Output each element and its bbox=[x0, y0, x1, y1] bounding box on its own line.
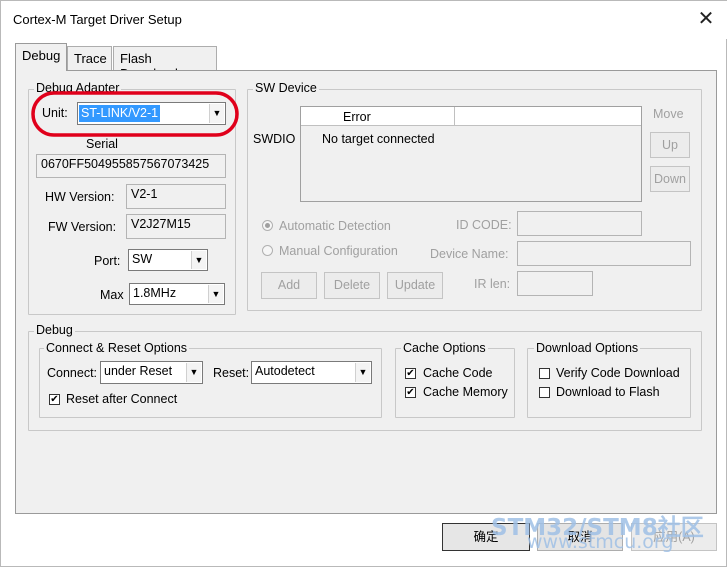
reset-label: Reset: bbox=[213, 366, 250, 380]
connect-label: Connect: bbox=[47, 366, 98, 380]
tab-trace[interactable]: Trace bbox=[67, 46, 112, 70]
max-clock-select[interactable]: 1.8MHz ▼ bbox=[129, 283, 225, 305]
reset-select[interactable]: Autodetect ▼ bbox=[251, 361, 372, 384]
window-title: Cortex-M Target Driver Setup bbox=[13, 12, 182, 27]
verify-code-download-label: Verify Code Download bbox=[556, 366, 680, 380]
reset-after-connect-checkbox[interactable]: ✔ bbox=[49, 394, 60, 405]
tab-flash-download[interactable]: Flash Download bbox=[113, 46, 217, 81]
cache-code-label: Cache Code bbox=[423, 366, 493, 380]
device-name-label: Device Name: bbox=[430, 247, 509, 261]
connect-reset-label: Connect & Reset Options bbox=[44, 341, 190, 355]
watermark-url: www.stmcu.org bbox=[527, 531, 674, 553]
serial-label: Serial bbox=[86, 137, 118, 151]
highlight-oval bbox=[31, 91, 239, 137]
id-code-field[interactable] bbox=[517, 211, 642, 236]
move-up-button[interactable]: Up bbox=[650, 132, 690, 158]
cache-options-group bbox=[395, 348, 515, 418]
manual-configuration-radio[interactable] bbox=[262, 245, 273, 256]
add-button[interactable]: Add bbox=[261, 272, 317, 299]
delete-button[interactable]: Delete bbox=[324, 272, 380, 299]
title-bar: Cortex-M Target Driver Setup ✕ bbox=[1, 1, 727, 39]
download-options-label: Download Options bbox=[534, 341, 641, 355]
tab-debug[interactable]: Debug bbox=[15, 43, 67, 71]
max-clock-label: Max bbox=[100, 288, 124, 302]
fw-version-field: V2J27M15 bbox=[126, 214, 226, 239]
debug-group-label: Debug bbox=[34, 323, 75, 337]
verify-code-download-checkbox[interactable] bbox=[539, 368, 550, 379]
reset-after-connect-label: Reset after Connect bbox=[66, 392, 178, 406]
port-selected-value: SW bbox=[132, 252, 153, 266]
connect-selected-value: under Reset bbox=[104, 364, 173, 378]
device-list[interactable]: Error No target connected bbox=[300, 106, 642, 202]
chevron-down-icon: ▼ bbox=[355, 363, 370, 382]
move-down-button[interactable]: Down bbox=[650, 166, 690, 192]
id-code-label: ID CODE: bbox=[456, 218, 512, 232]
dialog-window: Cortex-M Target Driver Setup ✕ Debug Tra… bbox=[0, 0, 727, 567]
fw-version-label: FW Version: bbox=[48, 220, 117, 234]
column-header-error[interactable]: Error bbox=[301, 107, 454, 126]
ir-len-label: IR len: bbox=[474, 277, 511, 291]
port-select[interactable]: SW ▼ bbox=[128, 249, 208, 271]
chevron-down-icon: ▼ bbox=[191, 251, 206, 269]
chevron-down-icon: ▼ bbox=[186, 363, 201, 382]
chevron-down-icon: ▼ bbox=[208, 285, 223, 303]
cache-options-label: Cache Options bbox=[401, 341, 488, 355]
update-button[interactable]: Update bbox=[387, 272, 443, 299]
download-to-flash-checkbox[interactable] bbox=[539, 387, 550, 398]
serial-field: 0670FF504955857567073425 bbox=[36, 154, 226, 178]
manual-configuration-label: Manual Configuration bbox=[279, 244, 398, 258]
reset-selected-value: Autodetect bbox=[255, 364, 315, 378]
column-header-filler bbox=[454, 107, 641, 126]
hw-version-label: HW Version: bbox=[45, 190, 115, 204]
move-label: Move bbox=[653, 107, 684, 121]
cache-code-checkbox[interactable]: ✔ bbox=[405, 368, 416, 379]
automatic-detection-radio[interactable] bbox=[262, 220, 273, 231]
max-clock-selected-value: 1.8MHz bbox=[133, 286, 177, 300]
connect-select[interactable]: under Reset ▼ bbox=[100, 361, 203, 384]
hw-version-field: V2-1 bbox=[126, 184, 226, 209]
download-options-group bbox=[527, 348, 691, 418]
automatic-detection-label: Automatic Detection bbox=[279, 219, 391, 233]
port-label: Port: bbox=[94, 254, 121, 268]
cache-memory-label: Cache Memory bbox=[423, 385, 508, 399]
download-to-flash-label: Download to Flash bbox=[556, 385, 660, 399]
ir-len-field[interactable] bbox=[517, 271, 593, 296]
swdio-label: SWDIO bbox=[253, 132, 296, 146]
cache-memory-checkbox[interactable]: ✔ bbox=[405, 387, 416, 398]
close-icon[interactable]: ✕ bbox=[691, 5, 721, 33]
device-name-field[interactable] bbox=[517, 241, 691, 266]
sw-device-label: SW Device bbox=[253, 81, 319, 95]
device-list-message: No target connected bbox=[322, 132, 435, 146]
